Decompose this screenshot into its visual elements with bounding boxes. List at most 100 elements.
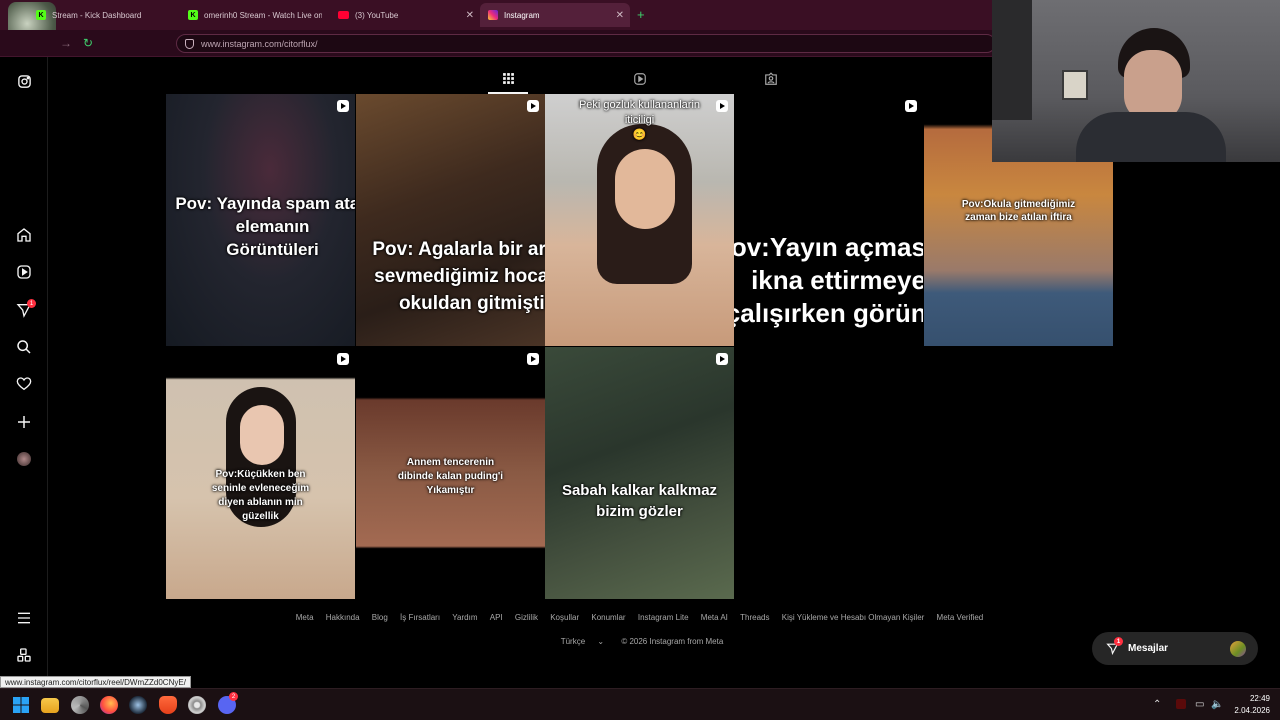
grid-icon — [502, 72, 514, 84]
post-tile[interactable]: Peki gozluk kullananlarin iticiligi 😊 — [545, 94, 734, 346]
start-icon[interactable] — [12, 696, 30, 714]
steam-icon[interactable] — [129, 696, 147, 714]
home-icon[interactable] — [16, 227, 32, 243]
copyright-text: © 2026 Instagram from Meta — [621, 637, 724, 646]
post-tile[interactable]: Annem tencerenin dibinde kalan puding'i … — [356, 347, 545, 599]
url-input[interactable]: www.instagram.com/citorflux/ — [176, 34, 996, 53]
shield-icon — [185, 38, 194, 49]
apps-icon[interactable] — [16, 647, 32, 663]
volume-icon[interactable]: 🔈 — [1211, 699, 1223, 710]
post-tile[interactable]: Pov:Küçükken ben seninle evleneceğim diy… — [166, 347, 355, 599]
profile-tabs — [166, 64, 1113, 94]
create-icon[interactable] — [16, 414, 32, 430]
post-tile[interactable]: Pov: Agalarla bir arada sevmediğimiz hoc… — [356, 94, 545, 346]
person-face — [615, 149, 675, 229]
webcam-overlay — [992, 0, 1280, 162]
post-caption: Pov: Yayında spam atan elemanın Görüntül… — [175, 194, 355, 259]
tray-app-icon[interactable] — [1176, 699, 1186, 709]
person-face — [240, 405, 284, 465]
tab-posts-grid[interactable] — [488, 64, 528, 94]
footer-link[interactable]: Hakkında — [326, 613, 360, 622]
brave-icon[interactable] — [159, 696, 177, 714]
footer-link[interactable]: Yardım — [452, 613, 477, 622]
footer-link[interactable]: Instagram Lite — [638, 613, 689, 622]
tab-kick-stream[interactable]: K omerinh0 Stream - Watch Live on — [180, 3, 330, 27]
new-tab-button[interactable]: + — [637, 7, 645, 22]
footer-link[interactable]: Gizlilik — [515, 613, 538, 622]
firefox-icon[interactable] — [100, 696, 118, 714]
reel-icon — [716, 353, 728, 365]
messages-button[interactable]: 1 Mesajlar — [1092, 632, 1258, 665]
instagram-icon — [488, 10, 498, 20]
settings-icon[interactable] — [188, 696, 206, 714]
chrome-icon[interactable] — [71, 696, 89, 714]
reel-icon — [905, 100, 917, 112]
tab-instagram[interactable]: Instagram ✕ — [480, 3, 630, 27]
reel-icon — [527, 100, 539, 112]
post-caption: Annem tencerenin dibinde kalan puding'i … — [397, 457, 504, 496]
profile-avatar[interactable] — [16, 451, 32, 467]
direct-icon[interactable]: 1 — [16, 299, 36, 318]
tab-tagged[interactable] — [751, 64, 791, 94]
instagram-logo-icon[interactable] — [16, 73, 32, 89]
post-caption: Pov:Yayın açmasına ikna ettirmeye çalışı… — [734, 232, 923, 328]
forward-icon[interactable]: → — [60, 36, 72, 50]
tab-reels[interactable] — [620, 64, 660, 94]
heart-icon[interactable] — [16, 376, 32, 392]
post-caption: Peki gozluk kullananlarin iticiligi 😊 — [578, 99, 701, 141]
messages-label: Mesajlar — [1128, 643, 1169, 654]
discord-icon[interactable]: 2 — [218, 692, 238, 714]
footer-link[interactable]: Koşullar — [550, 613, 579, 622]
footer-link[interactable]: Konumlar — [591, 613, 625, 622]
reload-icon[interactable]: ↻ — [83, 36, 93, 50]
chevron-down-icon: ⌄ — [597, 637, 605, 646]
post-caption: Pov: Agalarla bir arada sevmediğimiz hoc… — [372, 239, 545, 314]
footer-links: Meta Hakkında Blog İş Fırsatları Yardım … — [166, 613, 1113, 622]
search-icon[interactable] — [16, 339, 32, 355]
discord-badge: 2 — [229, 692, 238, 701]
reel-icon — [337, 100, 349, 112]
footer-link[interactable]: Kişi Yükleme ve Hesabı Olmayan Kişiler — [782, 613, 925, 622]
close-icon[interactable]: ✕ — [466, 10, 474, 21]
file-explorer-icon[interactable] — [41, 698, 59, 713]
webcam-monitor — [992, 0, 1032, 120]
url-text: www.instagram.com/citorflux/ — [201, 38, 318, 49]
reels-icon[interactable] — [16, 264, 32, 280]
footer-link[interactable]: Blog — [372, 613, 388, 622]
post-caption: Pov:Okula gitmediğimiz zaman bize atılan… — [961, 199, 1076, 223]
messages-badge: 1 — [1114, 637, 1123, 646]
display-icon[interactable]: ▭ — [1195, 699, 1204, 710]
tagged-icon — [765, 72, 777, 85]
avatar — [1230, 641, 1246, 657]
post-tile[interactable]: Pov: Yayında spam atan elemanın Görüntül… — [166, 94, 355, 346]
tab-youtube[interactable]: (3) YouTube ✕ — [330, 3, 480, 27]
footer-link[interactable]: İş Fırsatları — [400, 613, 440, 622]
post-caption: Pov:Küçükken ben seninle evleneceğim diy… — [211, 469, 310, 522]
kick-icon: K — [36, 10, 46, 20]
reel-icon — [337, 353, 349, 365]
reel-icon — [527, 353, 539, 365]
instagram-left-rail: 1 — [0, 57, 48, 687]
footer-link[interactable]: Meta AI — [701, 613, 728, 622]
windows-taskbar: 2 ⌃ ▭ 🔈 22:49 2.04.2026 — [0, 688, 1280, 720]
chevron-up-icon[interactable]: ⌃ — [1153, 699, 1161, 710]
menu-icon[interactable] — [16, 610, 32, 626]
post-tile[interactable]: Pov:Yayın açmasına ikna ettirmeye çalışı… — [734, 94, 923, 346]
post-tile[interactable]: Sabah kalkar kalkmaz bizim gözler — [545, 347, 734, 599]
notification-badge: 1 — [27, 299, 36, 308]
kick-icon: K — [188, 10, 198, 20]
footer-link[interactable]: Meta — [296, 613, 314, 622]
system-clock[interactable]: 22:49 2.04.2026 — [1234, 693, 1270, 717]
webcam-frame-decor — [1062, 70, 1088, 100]
youtube-icon — [338, 11, 349, 19]
language-select[interactable]: Türkçe ⌄ — [556, 637, 609, 646]
footer-link[interactable]: Threads — [740, 613, 769, 622]
footer-link[interactable]: Meta Verified — [937, 613, 984, 622]
footer-bottom: Türkçe ⌄ © 2026 Instagram from Meta — [166, 637, 1113, 646]
reels-icon — [634, 73, 646, 85]
post-caption: Sabah kalkar kalkmaz bizim gözler — [561, 482, 718, 520]
tab-kick-dashboard[interactable]: K Stream - Kick Dashboard — [28, 3, 178, 27]
footer-link[interactable]: API — [490, 613, 503, 622]
status-link-preview: www.instagram.com/citorflux/reel/DWmZZd0… — [0, 676, 191, 688]
close-icon[interactable]: ✕ — [616, 10, 624, 21]
